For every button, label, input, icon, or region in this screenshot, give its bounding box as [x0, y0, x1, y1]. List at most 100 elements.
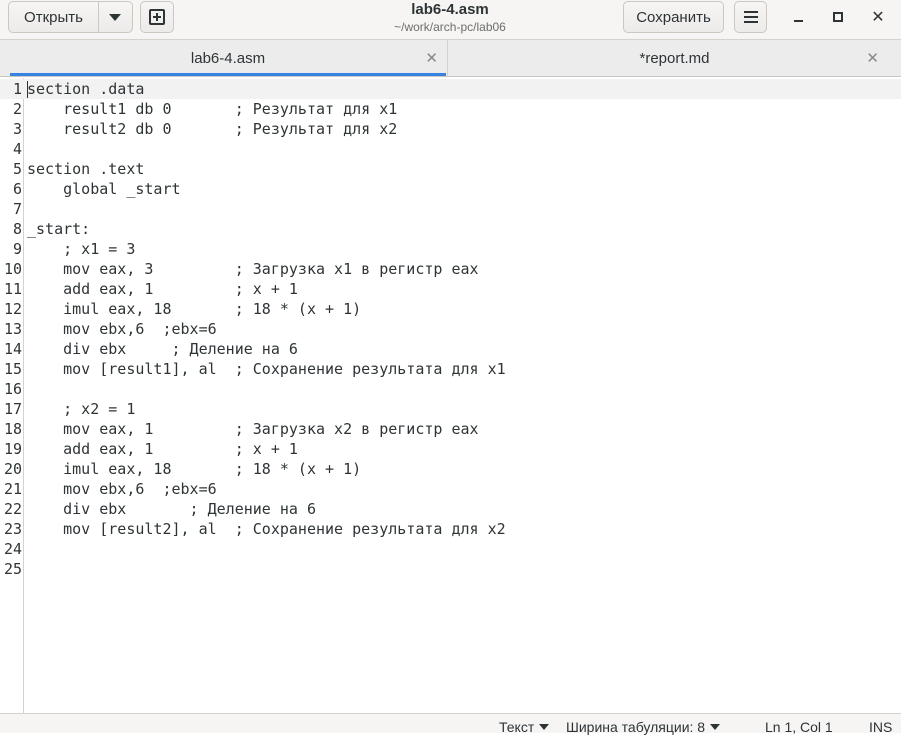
line-number: 19	[3, 440, 22, 458]
status-bar: Текст Ширина табуляции: 8 Ln 1, Col 1 IN…	[0, 713, 901, 735]
line-number: 11	[3, 280, 22, 298]
document-path: ~/work/arch-pc/lab06	[394, 20, 506, 34]
code-text: mov eax, 3 ; Загрузка x1 в регистр eax	[27, 260, 479, 278]
code-text: ; x1 = 3	[27, 240, 136, 258]
code-text: section .data	[27, 80, 145, 98]
code-text: add eax, 1 ; x + 1	[27, 440, 298, 458]
line-number: 20	[3, 460, 22, 478]
code-editor[interactable]: 1 section .data 2 result1 db 0 ; Результат…	[0, 78, 901, 713]
code-text: mov [result2], al ; Сохранение результат…	[27, 520, 506, 538]
active-tab-indicator	[10, 73, 446, 76]
chevron-down-icon	[710, 724, 721, 730]
main-menu-button[interactable]	[734, 1, 767, 33]
line-number: 9	[12, 240, 22, 258]
code-text: imul eax, 18 ; 18 * (x + 1)	[27, 300, 362, 318]
code-line[interactable]: 25	[0, 559, 901, 579]
tab-close-icon[interactable]: ✕	[866, 49, 879, 67]
line-number: 21	[3, 480, 22, 498]
code-line[interactable]: 8 _start:	[0, 219, 901, 239]
code-text: result1 db 0 ; Результат для x1	[27, 100, 398, 118]
save-button-label: Сохранить	[636, 8, 711, 26]
line-number: 7	[12, 200, 22, 218]
open-button-label: Открыть	[24, 8, 83, 26]
chevron-down-icon	[539, 724, 550, 730]
code-line[interactable]: 4	[0, 139, 901, 159]
line-number: 8	[12, 220, 22, 238]
chevron-down-icon	[109, 13, 121, 21]
line-number: 1	[12, 80, 22, 98]
open-recent-dropdown-button[interactable]	[98, 2, 132, 32]
line-number: 15	[3, 360, 22, 378]
line-number: 18	[3, 420, 22, 438]
line-number: 5	[12, 160, 22, 178]
code-line[interactable]: 10 mov eax, 3 ; Загрузка x1 в регистр ea…	[0, 259, 901, 279]
code-line[interactable]: 15 mov [result1], al ; Сохранение резуль…	[0, 359, 901, 379]
line-number: 22	[3, 500, 22, 518]
line-number: 25	[3, 560, 22, 578]
tab-label: *report.md	[639, 49, 710, 67]
document-title: lab6-4.asm	[411, 1, 489, 18]
code-line[interactable]: 1 section .data	[0, 79, 901, 99]
maximize-button[interactable]	[826, 6, 850, 28]
code-line[interactable]: 23 mov [result2], al ; Сохранение резуль…	[0, 519, 901, 539]
code-text: mov ebx,6 ;ebx=6	[27, 320, 217, 338]
code-line[interactable]: 9 ; x1 = 3	[0, 239, 901, 259]
close-window-button[interactable]: ✕	[866, 6, 890, 28]
line-number: 14	[3, 340, 22, 358]
code-text: section .text	[27, 160, 145, 178]
code-line[interactable]: 19 add eax, 1 ; x + 1	[0, 439, 901, 459]
save-button[interactable]: Сохранить	[623, 1, 724, 33]
code-line[interactable]: 21 mov ebx,6 ;ebx=6	[0, 479, 901, 499]
tab-report-md[interactable]: *report.md ✕	[447, 40, 901, 76]
open-button[interactable]: Открыть	[9, 2, 99, 32]
code-text: mov eax, 1 ; Загрузка x2 в регистр eax	[27, 420, 479, 438]
minimize-icon	[793, 20, 803, 22]
tab-label: lab6-4.asm	[190, 49, 266, 67]
code-line[interactable]: 2 result1 db 0 ; Результат для x1	[0, 99, 901, 119]
code-line[interactable]: 16	[0, 379, 901, 399]
line-number: 23	[3, 520, 22, 538]
code-line[interactable]: 20 imul eax, 18 ; 18 * (x + 1)	[0, 459, 901, 479]
line-number: 2	[12, 100, 22, 118]
code-line[interactable]: 18 mov eax, 1 ; Загрузка x2 в регистр ea…	[0, 419, 901, 439]
code-text: mov ebx,6 ;ebx=6	[27, 480, 217, 498]
code-text: result2 db 0 ; Результат для x2	[27, 120, 398, 138]
header-bar: Открыть lab6-4.asm ~/work/arch-pc/lab06 …	[0, 0, 901, 40]
code-text: mov [result1], al ; Сохранение результат…	[27, 360, 506, 378]
code-line[interactable]: 7	[0, 199, 901, 219]
code-line[interactable]: 5 section .text	[0, 159, 901, 179]
code-line[interactable]: 13 mov ebx,6 ;ebx=6	[0, 319, 901, 339]
code-text: div ebx ; Деление на 6	[27, 340, 298, 358]
line-number: 3	[12, 120, 22, 138]
minimize-button[interactable]	[786, 6, 810, 28]
code-line[interactable]: 24	[0, 539, 901, 559]
hamburger-menu-icon	[743, 11, 758, 23]
code-line[interactable]: 11 add eax, 1 ; x + 1	[0, 279, 901, 299]
line-number: 6	[12, 180, 22, 198]
tab-bar: lab6-4.asm ✕ *report.md ✕	[0, 40, 901, 77]
code-line[interactable]: 12 imul eax, 18 ; 18 * (x + 1)	[0, 299, 901, 319]
open-button-group: Открыть	[8, 1, 133, 33]
code-line[interactable]: 17 ; x2 = 1	[0, 399, 901, 419]
tab-close-icon[interactable]: ✕	[425, 49, 438, 67]
code-text: add eax, 1 ; x + 1	[27, 280, 298, 298]
line-number: 16	[3, 380, 22, 398]
close-icon: ✕	[871, 9, 885, 26]
code-line[interactable]: 14 div ebx ; Деление на 6	[0, 339, 901, 359]
maximize-icon	[833, 12, 843, 22]
line-number: 24	[3, 540, 22, 558]
code-text: imul eax, 18 ; 18 * (x + 1)	[27, 460, 362, 478]
line-number: 17	[3, 400, 22, 418]
window-title: lab6-4.asm ~/work/arch-pc/lab06	[300, 0, 600, 35]
code-line[interactable]: 22 div ebx ; Деление на 6	[0, 499, 901, 519]
code-line[interactable]: 6 global _start	[0, 179, 901, 199]
new-document-icon	[149, 9, 165, 25]
code-line[interactable]: 3 result2 db 0 ; Результат для x2	[0, 119, 901, 139]
tab-lab6-4-asm[interactable]: lab6-4.asm ✕	[10, 40, 446, 76]
code-text: global _start	[27, 180, 181, 198]
line-number: 13	[3, 320, 22, 338]
new-tab-button[interactable]	[140, 1, 174, 33]
code-text: ; x2 = 1	[27, 400, 136, 418]
line-number: 4	[12, 140, 22, 158]
code-text: _start:	[27, 220, 91, 238]
